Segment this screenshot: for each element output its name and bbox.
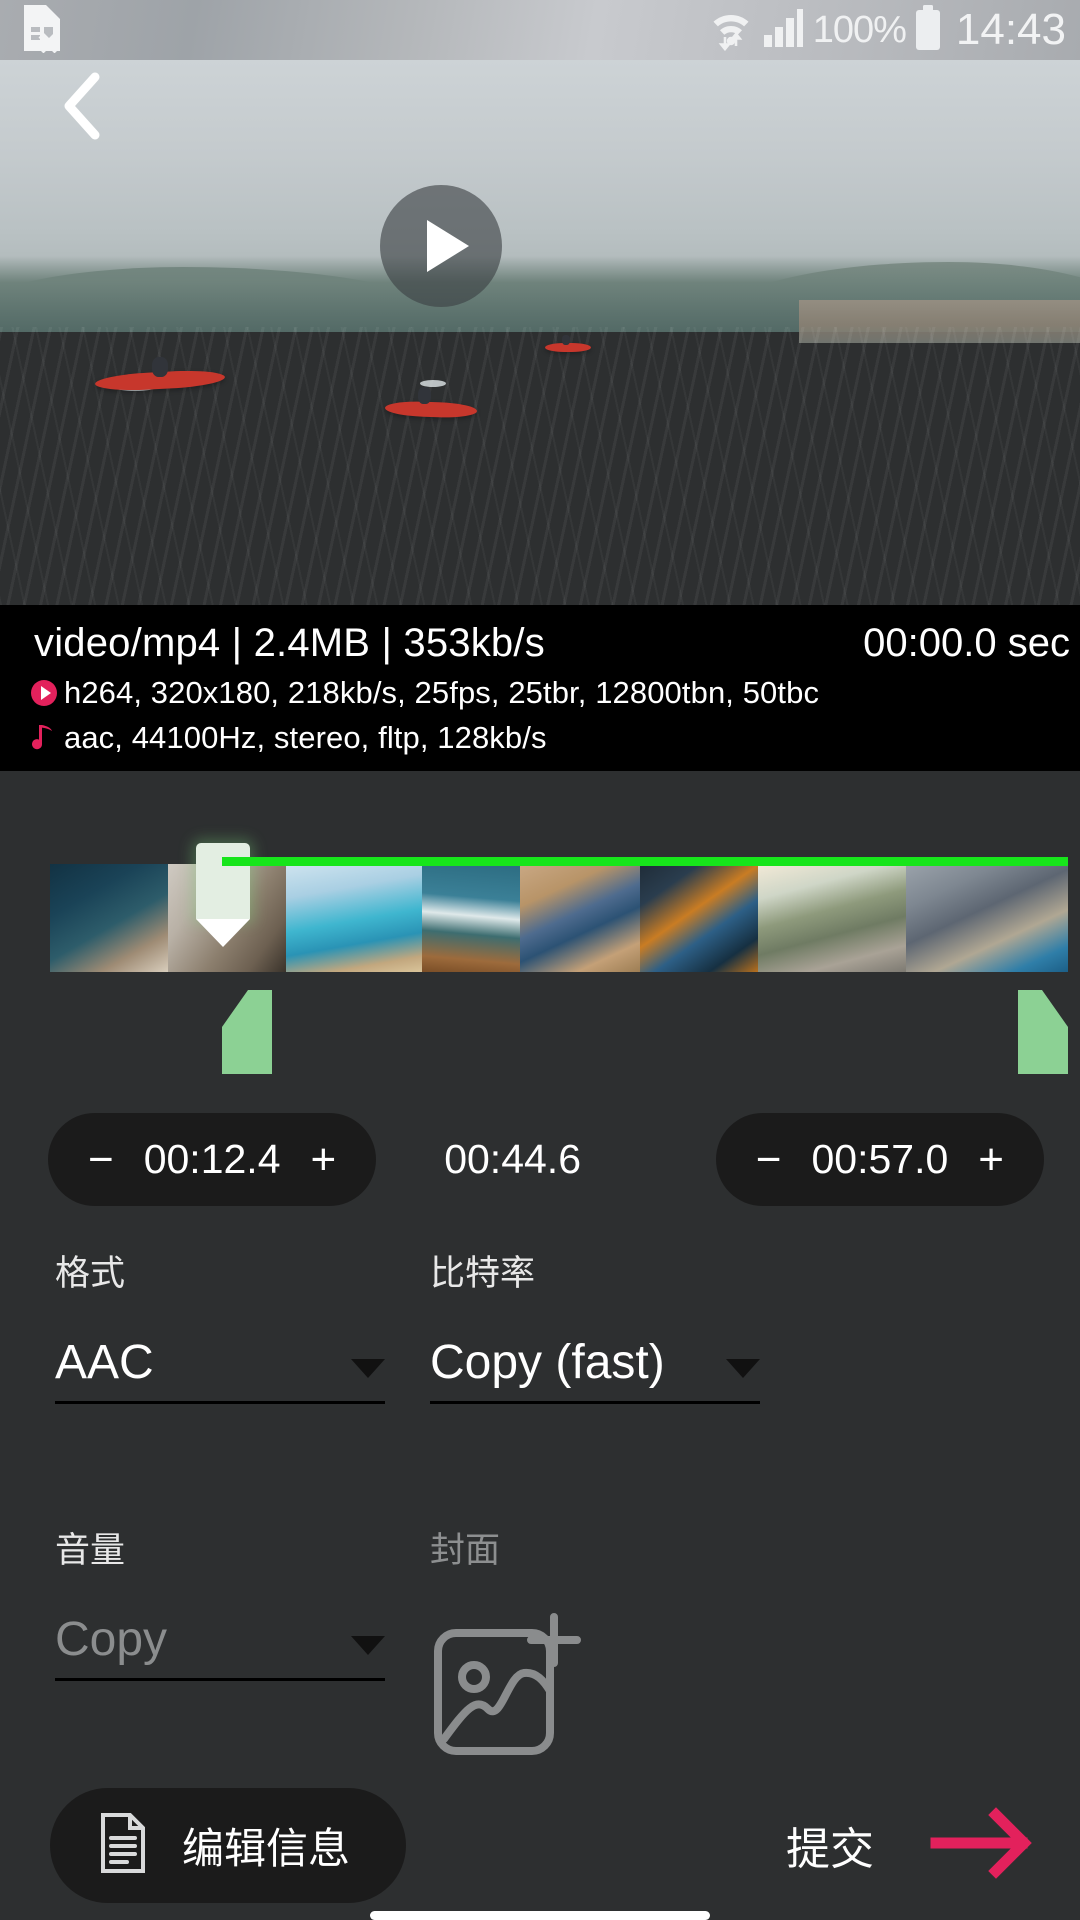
back-chevron-icon [59,71,105,146]
trim-start-value: 00:12.4 [143,1136,281,1182]
encoding-options: 格式 AAC 比特率 Copy (fast) 音量 Copy 封面 [0,1245,1080,1766]
volume-select[interactable]: Copy [55,1611,385,1681]
filmstrip-frame [422,864,520,972]
bottom-action-bar: 编辑信息 提交 [0,1770,1080,1920]
play-icon [427,220,469,272]
video-stream-icon [24,678,64,708]
cover-picker-button[interactable] [430,1611,760,1766]
video-stream-row: h264, 320x180, 218kb/s, 25fps, 25tbr, 12… [0,675,1080,711]
back-button[interactable] [34,60,130,156]
media-duration-label: 00:00.0 sec [863,621,1070,665]
trim-start-increment-button[interactable]: + [311,1137,337,1182]
bitrate-field: 比特率 Copy (fast) [430,1245,760,1404]
media-info-bar: video/mp4 | 2.4MB | 353kb/s 00:00.0 sec … [0,605,1080,771]
media-summary-label: video/mp4 | 2.4MB | 353kb/s [34,621,545,665]
audio-note-icon [24,722,64,754]
trim-start-decrement-button[interactable]: − [88,1137,114,1182]
filmstrip-frame [640,864,758,972]
trim-end-value: 00:57.0 [811,1136,949,1182]
trim-end-decrement-button[interactable]: − [756,1137,782,1182]
video-preview[interactable] [0,60,1080,605]
audio-stream-row: aac, 44100Hz, stereo, fltp, 128kb/s [0,720,1080,756]
trim-controls: − 00:12.4 + 00:44.6 − 00:57.0 + [0,1112,1080,1207]
trim-end-handle-icon[interactable] [1018,990,1068,1074]
format-value: AAC [55,1336,154,1389]
preview-paddler [152,357,168,377]
filmstrip-frame [520,864,640,972]
media-info-header: video/mp4 | 2.4MB | 353kb/s 00:00.0 sec [0,621,1080,666]
edit-info-button[interactable]: 编辑信息 [50,1787,407,1903]
edit-info-label: 编辑信息 [182,1824,351,1872]
audio-stream-label: aac, 44100Hz, stereo, fltp, 128kb/s [64,720,547,755]
status-bar-left [0,3,66,58]
trim-start-stepper[interactable]: − 00:12.4 + [48,1113,377,1206]
chevron-down-icon [351,1636,385,1655]
filmstrip-frame [906,864,1068,972]
filmstrip-frame [286,864,422,972]
sim-card-error-icon [20,3,66,58]
trim-timeline[interactable] [0,771,1080,1101]
trim-start-handle-icon[interactable] [222,990,272,1074]
options-row-one: 格式 AAC 比特率 Copy (fast) [0,1245,1080,1404]
bitrate-value: Copy (fast) [430,1336,665,1389]
chevron-down-icon [726,1359,760,1378]
status-bar-right: 100% 14:43 [709,4,1080,56]
volume-label: 音量 [55,1531,126,1570]
selection-range-bar [222,857,1068,866]
cellular-signal-icon [762,7,804,54]
bitrate-select[interactable]: Copy (fast) [430,1334,760,1404]
preview-paddler [562,335,570,345]
chevron-down-icon [351,1359,385,1378]
arrow-right-icon [930,1805,1034,1886]
battery-full-icon [915,4,941,56]
play-button[interactable] [380,185,502,307]
trim-end-stepper[interactable]: − 00:57.0 + [715,1113,1044,1206]
volume-field: 音量 Copy [55,1522,385,1681]
submit-label: 提交 [786,1825,874,1874]
preview-wake [420,380,446,387]
format-select[interactable]: AAC [55,1334,385,1404]
battery-percent-label: 100% [812,8,907,51]
preview-paddler [418,387,431,404]
status-bar-clock: 14:43 [955,5,1066,54]
cover-field: 封面 [430,1522,760,1766]
selected-duration-label: 00:44.6 [444,1136,581,1182]
video-stream-label: h264, 320x180, 218kb/s, 25fps, 25tbr, 12… [64,675,820,710]
submit-button[interactable]: 提交 [786,1805,1080,1886]
volume-value: Copy [55,1613,168,1666]
filmstrip-frame [50,864,168,972]
status-bar: 100% 14:43 [0,0,1080,60]
wifi-icon [709,5,753,56]
navigation-home-indicator [370,1911,710,1920]
trim-end-increment-button[interactable]: + [978,1137,1004,1182]
format-label: 格式 [55,1254,126,1293]
bitrate-label: 比特率 [430,1254,536,1293]
format-field: 格式 AAC [55,1245,385,1404]
document-edit-icon [98,1812,148,1879]
options-row-two: 音量 Copy 封面 [0,1522,1080,1766]
cover-label: 封面 [430,1531,501,1570]
filmstrip-frame [758,864,906,972]
playhead-marker-icon[interactable] [196,843,250,947]
add-image-icon [430,1613,590,1765]
